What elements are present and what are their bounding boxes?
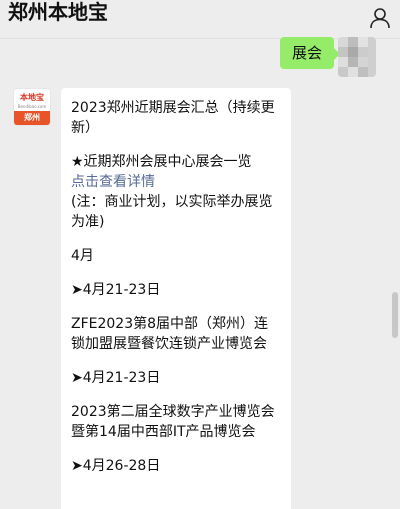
avatar-pixel bbox=[338, 57, 348, 67]
event-date: ➤4月21-23日 bbox=[71, 370, 161, 386]
event-name: ZFE2023第8届中部（郑州）连锁加盟展暨餐饮连锁产业博览会 bbox=[71, 316, 269, 352]
brand-avatar[interactable]: 本地宝 Bendibao.com 郑州 bbox=[13, 88, 51, 126]
user-icon[interactable] bbox=[368, 6, 392, 30]
avatar-pixel bbox=[338, 37, 348, 47]
page-title: 郑州本地宝 bbox=[8, 0, 108, 24]
avatar-pixel bbox=[358, 47, 368, 57]
details-link[interactable]: 点击查看详情 bbox=[71, 172, 281, 192]
avatar-pixel bbox=[358, 57, 368, 67]
brand-logo-subtext: Bendibao.com bbox=[17, 104, 47, 109]
event-date: ➤4月26-28日 bbox=[71, 458, 161, 474]
event-date: ➤4月21-23日 bbox=[71, 282, 161, 298]
month-heading: 4月 bbox=[71, 248, 94, 264]
message-section: ★近期郑州会展中心展会一览 bbox=[71, 154, 252, 170]
avatar-pixel bbox=[348, 57, 358, 67]
avatar-pixel bbox=[338, 67, 348, 77]
avatar-pixel bbox=[358, 37, 368, 47]
avatar-pixel bbox=[348, 67, 358, 77]
avatar-pixel bbox=[348, 47, 358, 57]
incoming-message-bubble[interactable]: 2023郑州近期展会汇总（持续更新） ★近期郑州会展中心展会一览 点击查看详情 … bbox=[61, 88, 291, 509]
avatar-pixel bbox=[348, 37, 358, 47]
outgoing-message-bubble[interactable]: 展会 bbox=[279, 37, 341, 69]
brand-logo-text: 本地宝 bbox=[20, 93, 44, 102]
avatar-pixel bbox=[358, 67, 368, 77]
brand-city-label: 郑州 bbox=[14, 111, 50, 125]
message-note: (注：商业计划，以实际举办展览为准) bbox=[71, 194, 273, 230]
message-title: 2023郑州近期展会汇总（持续更新） bbox=[71, 100, 275, 136]
user-icon-svg bbox=[370, 8, 390, 29]
scrollbar-thumb[interactable] bbox=[392, 292, 398, 338]
self-avatar[interactable] bbox=[338, 37, 376, 77]
event-name: 2023第二届全球数字产业博览会暨第14届中西部IT产品博览会 bbox=[71, 404, 275, 440]
outgoing-message-text: 展会 bbox=[291, 44, 322, 62]
top-bar: 郑州本地宝 bbox=[0, 0, 400, 40]
avatar-pixel bbox=[338, 47, 348, 57]
